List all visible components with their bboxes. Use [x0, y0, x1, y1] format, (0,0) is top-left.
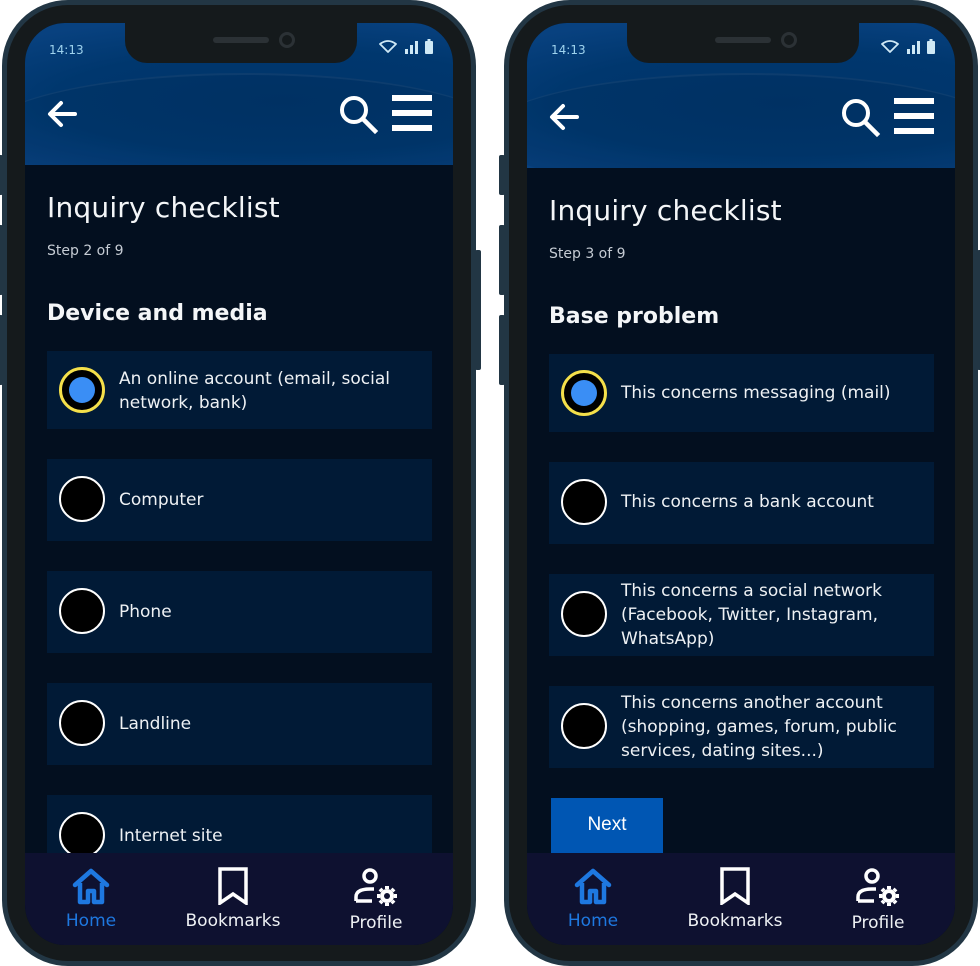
- hamburger-menu-icon: [894, 98, 934, 134]
- option-label: Landline: [119, 714, 192, 734]
- tab-label: Home: [567, 911, 619, 931]
- page-title: Inquiry checklist: [47, 191, 280, 224]
- wifi-icon: [881, 40, 899, 53]
- status-time: 14:13: [551, 43, 586, 57]
- option-phone[interactable]: Phone: [47, 571, 432, 653]
- option-label: An online account (email, social network…: [119, 369, 390, 413]
- option-label: This concerns a social network (Facebook…: [621, 581, 882, 649]
- volume-down-button: [0, 315, 3, 385]
- notch: [627, 23, 859, 63]
- radio-button[interactable]: [561, 591, 607, 637]
- option-messaging[interactable]: This concerns messaging (mail): [549, 354, 934, 432]
- bottom-tab-bar: Home Bookmarks Profile: [527, 853, 955, 945]
- radio-button[interactable]: [59, 700, 105, 746]
- menu-button[interactable]: [391, 94, 433, 132]
- profile-settings-icon: [354, 868, 397, 906]
- home-icon: [72, 868, 110, 905]
- tab-label: Bookmarks: [687, 911, 783, 931]
- section-heading: Device and media: [47, 301, 268, 326]
- home-icon: [574, 868, 612, 905]
- option-computer[interactable]: Computer: [47, 459, 432, 541]
- volume-up-button: [0, 225, 3, 295]
- option-label: Computer: [119, 490, 204, 510]
- back-button[interactable]: [45, 97, 79, 131]
- tab-profile[interactable]: Profile: [316, 867, 436, 933]
- power-button: [475, 250, 481, 370]
- status-time: 14:13: [49, 43, 84, 57]
- notch: [125, 23, 357, 63]
- radio-button-checked[interactable]: [59, 367, 105, 413]
- option-online-account[interactable]: An online account (email, social network…: [47, 351, 432, 429]
- option-label: Internet site: [119, 826, 223, 846]
- tab-label: Bookmarks: [185, 911, 281, 931]
- bottom-tab-bar: Home Bookmarks Profile: [25, 853, 453, 945]
- option-other-account[interactable]: This concerns another account (shopping,…: [549, 686, 934, 768]
- tab-label: Profile: [349, 913, 403, 933]
- radio-button[interactable]: [59, 812, 105, 853]
- status-icons: [379, 39, 433, 54]
- option-label: Phone: [119, 602, 172, 622]
- option-internet-site[interactable]: Internet site: [47, 795, 432, 853]
- step-indicator: Step 2 of 9: [47, 243, 124, 259]
- mute-switch: [499, 155, 505, 195]
- phone-frame-step-2: 14:13 Inquiry checklist Step 2 of 9 Devi…: [0, 0, 481, 966]
- search-button[interactable]: [337, 93, 379, 135]
- bookmark-icon: [218, 867, 248, 907]
- next-button[interactable]: Next: [551, 798, 663, 853]
- phone-frame-step-3: 14:13 Inquiry checklist Step 3 of 9 Base…: [499, 0, 980, 966]
- wifi-icon: [379, 40, 397, 53]
- search-button[interactable]: [839, 96, 881, 138]
- speaker: [715, 37, 771, 43]
- bookmark-icon: [720, 867, 750, 907]
- option-bank-account[interactable]: This concerns a bank account: [549, 462, 934, 544]
- tab-bookmarks[interactable]: Bookmarks: [173, 867, 293, 931]
- radio-button[interactable]: [561, 479, 607, 525]
- option-landline[interactable]: Landline: [47, 683, 432, 765]
- tab-bookmarks[interactable]: Bookmarks: [675, 867, 795, 931]
- screen: 14:13 Inquiry checklist Step 3 of 9 Base…: [527, 23, 955, 945]
- volume-up-button: [499, 225, 505, 295]
- header-decoration: [25, 73, 453, 165]
- volume-down-button: [499, 315, 505, 385]
- checklist-content: Inquiry checklist Step 3 of 9 Base probl…: [527, 168, 955, 853]
- signal-icon: [405, 41, 418, 54]
- profile-settings-icon: [856, 868, 899, 906]
- option-social-network[interactable]: This concerns a social network (Facebook…: [549, 574, 934, 656]
- tab-label: Profile: [851, 913, 905, 933]
- search-icon: [842, 99, 881, 138]
- checklist-content: Inquiry checklist Step 2 of 9 Device and…: [25, 165, 453, 853]
- tab-label: Home: [65, 911, 117, 931]
- signal-icon: [907, 41, 920, 54]
- back-button[interactable]: [547, 100, 581, 134]
- option-label: This concerns another account (shopping,…: [621, 693, 897, 761]
- screen: 14:13 Inquiry checklist Step 2 of 9 Devi…: [25, 23, 453, 945]
- radio-button[interactable]: [59, 588, 105, 634]
- arrow-left-icon: [48, 101, 77, 127]
- section-heading: Base problem: [549, 304, 720, 329]
- mute-switch: [0, 155, 3, 195]
- battery-icon: [425, 39, 433, 54]
- tab-home[interactable]: Home: [533, 867, 653, 931]
- hamburger-menu-icon: [392, 95, 432, 131]
- header-decoration: [527, 73, 955, 168]
- option-label: This concerns a bank account: [621, 492, 874, 512]
- tab-profile[interactable]: Profile: [818, 867, 938, 933]
- status-icons: [881, 39, 935, 54]
- speaker: [213, 37, 269, 43]
- tab-home[interactable]: Home: [31, 867, 151, 931]
- option-label: This concerns messaging (mail): [621, 383, 891, 403]
- camera: [279, 32, 295, 48]
- search-icon: [340, 96, 379, 135]
- arrow-left-icon: [550, 104, 579, 130]
- radio-button[interactable]: [59, 476, 105, 522]
- camera: [781, 32, 797, 48]
- radio-button-checked[interactable]: [561, 370, 607, 416]
- menu-button[interactable]: [893, 97, 935, 135]
- radio-button[interactable]: [561, 703, 607, 749]
- page-title: Inquiry checklist: [549, 194, 782, 227]
- battery-icon: [927, 39, 935, 54]
- step-indicator: Step 3 of 9: [549, 246, 626, 262]
